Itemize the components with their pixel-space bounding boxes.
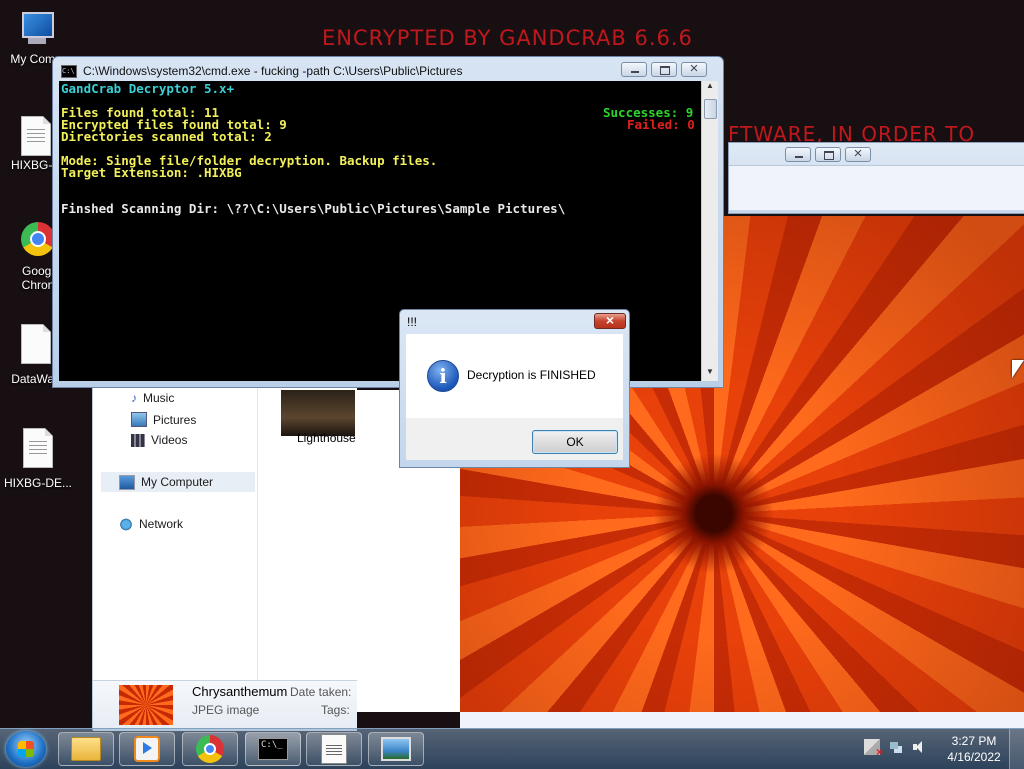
taskbar-clock[interactable]: 3:27 PM 4/16/2022 <box>944 733 1004 765</box>
folder-icon <box>71 737 101 761</box>
photo-viewer-icon <box>381 737 411 761</box>
computer-icon <box>119 474 135 490</box>
chrome-icon <box>196 735 224 763</box>
action-center-flag-icon[interactable] <box>864 739 883 759</box>
chrome-icon <box>21 222 55 256</box>
console-scrollbar[interactable]: ▲ ▼ <box>701 81 718 381</box>
scroll-thumb[interactable] <box>704 99 717 119</box>
music-icon: ♪ <box>131 391 137 405</box>
desktop-icon-label: HIXBG-DE... <box>3 476 72 490</box>
photo-viewer-window-buttons <box>785 145 871 162</box>
console-line-finished-dir: Finshed Scanning Dir: \??\C:\Users\Publi… <box>61 201 566 216</box>
cmd-window-title: C:\Windows\system32\cmd.exe - fucking -p… <box>83 64 463 78</box>
scroll-down-arrow-icon[interactable]: ▼ <box>702 367 718 381</box>
volume-icon[interactable] <box>912 739 928 755</box>
start-button[interactable] <box>6 731 46 767</box>
ok-button[interactable]: OK <box>532 430 618 454</box>
taskbar-media-player-button[interactable] <box>119 732 175 766</box>
cmd-icon: C:\_ <box>258 738 288 760</box>
taskbar-chrome-button[interactable] <box>182 732 238 766</box>
details-tags-label: Tags: <box>321 703 350 717</box>
close-button[interactable] <box>681 60 707 77</box>
navigation-pane: ♪ Music Pictures Videos My Computer Netw… <box>93 380 258 680</box>
nav-item-label: Videos <box>151 433 188 447</box>
show-desktop-button[interactable] <box>1009 729 1024 769</box>
mouse-cursor-icon <box>1012 360 1024 378</box>
photo-viewer-controls <box>460 712 1024 728</box>
nav-item-label: Pictures <box>153 412 197 427</box>
details-file-type: JPEG image <box>192 703 260 717</box>
dialog-close-button[interactable]: × <box>594 313 626 329</box>
network-tray-icon[interactable] <box>888 739 904 755</box>
details-thumbnail <box>119 685 173 725</box>
nav-item-videos[interactable]: Videos <box>131 433 187 447</box>
dialog-title: !!! <box>407 315 418 329</box>
photo-viewer-toolbar <box>729 165 1024 210</box>
document-icon <box>21 324 51 364</box>
photo-viewer-window-frame <box>728 142 1024 214</box>
taskbar: C:\_ 3:27 PM 4/16/2022 <box>0 728 1024 769</box>
minimize-button[interactable] <box>621 62 647 77</box>
cmd-icon: C:\ <box>61 64 77 78</box>
nav-item-my-computer[interactable]: My Computer <box>101 472 255 492</box>
info-icon: i <box>427 360 459 392</box>
wallpaper-ransom-title: ENCRYPTED BY GANDCRAB 6.6.6 <box>322 26 693 50</box>
console-line-dirs-scanned: Directories scanned total: 2 <box>61 129 272 144</box>
maximize-button[interactable] <box>815 147 841 162</box>
notepad-icon <box>321 734 347 764</box>
pictures-icon <box>131 412 147 427</box>
nav-item-label: Music <box>143 391 175 405</box>
cmd-window-buttons <box>621 60 707 77</box>
thumbnail-lighthouse[interactable] <box>281 390 355 436</box>
nav-item-pictures[interactable]: Pictures <box>131 412 196 427</box>
document-icon <box>21 116 51 156</box>
clock-time: 3:27 PM <box>951 734 997 748</box>
details-pane: Chrysanthemum JPEG image Date taken: Tag… <box>93 680 357 731</box>
system-tray <box>864 739 928 759</box>
nav-item-label: My Computer <box>141 475 214 489</box>
taskbar-photo-viewer-button[interactable] <box>368 732 424 766</box>
maximize-button[interactable] <box>651 62 677 77</box>
console-failed: Failed: 0 <box>627 117 695 132</box>
decryption-finished-dialog: !!! × i Decryption is FINISHED OK <box>399 309 630 468</box>
document-icon <box>23 428 53 468</box>
videos-icon <box>131 433 145 447</box>
desktop-icon-hixbg-de[interactable]: HIXBG-DE... <box>2 428 74 490</box>
dialog-body: i Decryption is FINISHED <box>406 334 623 418</box>
minimize-button[interactable] <box>785 147 811 162</box>
nav-item-music[interactable]: ♪ Music <box>131 391 174 405</box>
dialog-footer: OK <box>406 418 623 460</box>
media-player-icon <box>134 736 160 762</box>
taskbar-cmd-button[interactable]: C:\_ <box>245 732 301 766</box>
details-date-taken-label: Date taken: <box>290 685 352 699</box>
taskbar-explorer-button[interactable] <box>58 732 114 766</box>
scroll-up-arrow-icon[interactable]: ▲ <box>702 81 718 95</box>
details-file-name: Chrysanthemum <box>192 684 288 699</box>
console-line-target-extension: Target Extension: .HIXBG <box>61 165 242 180</box>
thumbnail-label: Lighthouse <box>297 431 356 445</box>
close-button[interactable] <box>845 145 871 162</box>
console-line-header: GandCrab Decryptor 5.x+ <box>61 81 235 96</box>
explorer-window: ♪ Music Pictures Videos My Computer Netw… <box>92 380 357 731</box>
taskbar-notepad-button[interactable] <box>306 732 362 766</box>
network-icon <box>119 517 133 531</box>
nav-item-label: Network <box>139 517 184 531</box>
cmd-titlebar[interactable]: C:\ C:\Windows\system32\cmd.exe - fuckin… <box>61 63 613 79</box>
nav-item-network[interactable]: Network <box>119 517 183 531</box>
computer-icon <box>16 10 56 50</box>
clock-date: 4/16/2022 <box>947 750 1001 764</box>
dialog-message: Decryption is FINISHED <box>467 368 596 382</box>
